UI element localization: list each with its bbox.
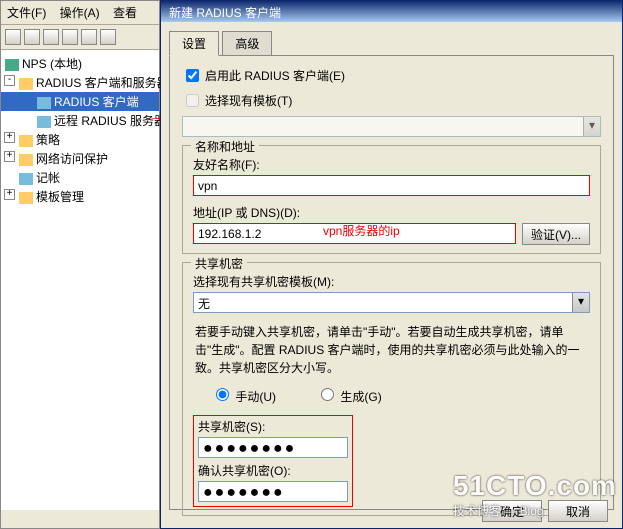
secret-note: 若要手动键入共享机密，请单击"手动"。若要自动生成共享机密，请单击"生成"。配置… bbox=[195, 323, 588, 377]
mmc-menubar: 文件(F) 操作(A) 查看 bbox=[1, 1, 159, 25]
template-row: 选择现有模板(T) bbox=[182, 91, 601, 110]
expand-icon[interactable]: + bbox=[4, 189, 15, 200]
friendly-name-input[interactable] bbox=[193, 175, 590, 196]
confirm-secret-input[interactable]: ●●●●●●● bbox=[198, 481, 348, 502]
back-icon[interactable] bbox=[5, 29, 21, 45]
group-title: 共享机密 bbox=[191, 255, 247, 272]
tab-advanced[interactable]: 高级 bbox=[222, 31, 272, 55]
secret-label: 共享机密(S): bbox=[198, 418, 348, 435]
secret-mode-radios: 手动(U) 生成(G) bbox=[211, 385, 590, 405]
select-template-checkbox bbox=[186, 94, 199, 107]
secret-input[interactable]: ●●●●●●●● bbox=[198, 437, 348, 458]
tree-root[interactable]: NPS (本地) bbox=[1, 54, 159, 73]
select-template-label: 选择现有模板(T) bbox=[205, 92, 292, 109]
verify-button[interactable]: 验证(V)... bbox=[522, 223, 590, 245]
node-icon bbox=[19, 173, 33, 185]
expand-icon[interactable]: + bbox=[4, 132, 15, 143]
tree-item[interactable]: -RADIUS 客户端和服务器 bbox=[1, 73, 159, 92]
secret-template-value: 无 bbox=[194, 293, 572, 312]
enable-checkbox[interactable] bbox=[186, 69, 199, 82]
new-radius-client-dialog: 新建 RADIUS 客户端 设置 高级 启用此 RADIUS 客户端(E) 选择… bbox=[160, 0, 623, 529]
up-icon[interactable] bbox=[43, 29, 59, 45]
annotation-text: vpn服务器的ip bbox=[323, 222, 400, 239]
template-combo: ▾ bbox=[182, 116, 601, 137]
tree-item[interactable]: +策略 bbox=[1, 130, 159, 149]
node-icon bbox=[37, 116, 51, 128]
refresh-icon[interactable] bbox=[62, 29, 78, 45]
enable-row: 启用此 RADIUS 客户端(E) bbox=[182, 66, 601, 85]
tab-bar: 设置 高级 bbox=[169, 30, 614, 55]
address-label: 地址(IP 或 DNS)(D): bbox=[193, 204, 590, 221]
tree-item[interactable]: 远程 RADIUS 服务器 bbox=[1, 111, 159, 130]
prop-icon[interactable] bbox=[81, 29, 97, 45]
nps-icon bbox=[5, 59, 19, 71]
mmc-toolbar bbox=[1, 25, 159, 50]
folder-icon bbox=[19, 135, 33, 147]
dialog-title: 新建 RADIUS 客户端 bbox=[161, 0, 622, 22]
group-name-address: 名称和地址 友好名称(F): 地址(IP 或 DNS)(D): 验证(V)...… bbox=[182, 145, 601, 254]
folder-icon bbox=[19, 78, 33, 90]
chevron-down-icon: ▾ bbox=[583, 117, 600, 136]
tree-item-selected[interactable]: RADIUS 客户端 bbox=[1, 92, 159, 111]
tree-item[interactable]: 记帐 bbox=[1, 168, 159, 187]
node-icon bbox=[37, 97, 51, 109]
menu-view[interactable]: 查看 bbox=[113, 6, 137, 20]
nav-tree: NPS (本地) -RADIUS 客户端和服务器 RADIUS 客户端 远程 R… bbox=[1, 50, 159, 510]
friendly-name-label: 友好名称(F): bbox=[193, 156, 590, 173]
tab-settings[interactable]: 设置 bbox=[169, 31, 219, 56]
folder-icon bbox=[19, 192, 33, 204]
folder-icon bbox=[19, 154, 33, 166]
watermark: 51CTO.com 技术博客 — Blog bbox=[453, 470, 617, 519]
tree-item[interactable]: +网络访问保护 bbox=[1, 149, 159, 168]
confirm-secret-label: 确认共享机密(O): bbox=[198, 462, 348, 479]
chevron-down-icon[interactable]: ▾ bbox=[572, 293, 589, 312]
secret-template-combo[interactable]: 无 ▾ bbox=[193, 292, 590, 313]
menu-file[interactable]: 文件(F) bbox=[7, 6, 46, 20]
expand-icon[interactable]: + bbox=[4, 151, 15, 162]
tree-item[interactable]: +模板管理 bbox=[1, 187, 159, 206]
help-icon[interactable] bbox=[100, 29, 116, 45]
forward-icon[interactable] bbox=[24, 29, 40, 45]
mmc-pane: 文件(F) 操作(A) 查看 NPS (本地) -RADIUS 客户端和服务器 … bbox=[0, 0, 160, 529]
menu-action[interactable]: 操作(A) bbox=[60, 6, 100, 20]
settings-panel: 启用此 RADIUS 客户端(E) 选择现有模板(T) ▾ 名称和地址 友好名称… bbox=[169, 55, 614, 510]
radio-generate[interactable]: 生成(G) bbox=[316, 385, 382, 405]
group-title: 名称和地址 bbox=[191, 138, 259, 155]
secret-template-label: 选择现有共享机密模板(M): bbox=[193, 273, 590, 290]
enable-label: 启用此 RADIUS 客户端(E) bbox=[205, 67, 345, 84]
radio-manual[interactable]: 手动(U) bbox=[211, 385, 276, 405]
collapse-icon[interactable]: - bbox=[4, 75, 15, 86]
